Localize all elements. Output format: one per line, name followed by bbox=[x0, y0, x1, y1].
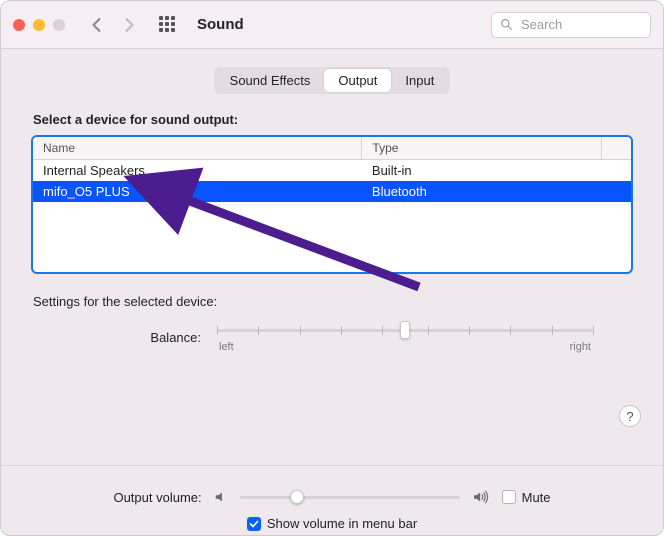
minimize-window-button[interactable] bbox=[33, 19, 45, 31]
device-row-mifo-o5-plus[interactable]: mifo_O5 PLUS Bluetooth bbox=[33, 181, 631, 202]
tabs: Sound Effects Output Input bbox=[214, 67, 451, 94]
chevron-left-icon bbox=[90, 18, 104, 32]
nav-arrows bbox=[89, 17, 137, 33]
window-body: Sound Effects Output Input Select a devi… bbox=[1, 49, 663, 474]
output-volume-slider[interactable] bbox=[240, 488, 460, 506]
balance-slider[interactable] bbox=[217, 321, 593, 339]
output-volume-row: Output volume: Mute bbox=[113, 488, 550, 506]
balance-end-labels: left right bbox=[217, 341, 593, 353]
balance-control: Balance: bbox=[31, 321, 633, 353]
column-type[interactable]: Type bbox=[362, 137, 601, 160]
table-empty-space bbox=[33, 202, 631, 272]
footer: Output volume: Mute Show volume bbox=[1, 474, 663, 535]
maximize-window-button[interactable] bbox=[53, 19, 65, 31]
show-volume-menubar-checkbox[interactable] bbox=[247, 517, 261, 531]
titlebar: Sound bbox=[1, 1, 663, 49]
nav-forward-button[interactable] bbox=[121, 17, 137, 33]
show-volume-menubar-group[interactable]: Show volume in menu bar bbox=[247, 516, 417, 531]
output-volume-label: Output volume: bbox=[113, 490, 201, 505]
device-settings-label: Settings for the selected device: bbox=[33, 294, 633, 309]
mute-checkbox[interactable] bbox=[502, 490, 516, 504]
table-header-row: Name Type bbox=[33, 137, 631, 160]
mute-label: Mute bbox=[522, 490, 551, 505]
balance-left-label: left bbox=[219, 341, 234, 353]
sound-preferences-window: Sound Sound Effects Output Input Select … bbox=[0, 0, 664, 536]
balance-right-label: right bbox=[570, 341, 591, 353]
device-type: Bluetooth bbox=[362, 181, 631, 202]
window-title: Sound bbox=[197, 16, 244, 33]
select-device-label: Select a device for sound output: bbox=[33, 112, 633, 127]
mute-checkbox-group[interactable]: Mute bbox=[502, 490, 551, 505]
show-volume-menubar-label: Show volume in menu bar bbox=[267, 516, 417, 531]
balance-label: Balance: bbox=[71, 330, 201, 345]
traffic-lights bbox=[13, 19, 65, 31]
tab-input[interactable]: Input bbox=[391, 69, 448, 92]
footer-divider bbox=[1, 465, 663, 466]
search-field[interactable] bbox=[491, 12, 651, 38]
output-volume-thumb[interactable] bbox=[290, 490, 304, 504]
balance-slider-thumb[interactable] bbox=[400, 321, 410, 339]
device-type: Built-in bbox=[362, 160, 631, 182]
column-name[interactable]: Name bbox=[33, 137, 362, 160]
output-device-table: Name Type Internal Speakers Built-in mif… bbox=[31, 135, 633, 274]
speaker-low-icon bbox=[214, 490, 228, 504]
chevron-right-icon bbox=[122, 18, 136, 32]
tab-sound-effects[interactable]: Sound Effects bbox=[216, 69, 325, 92]
help-button[interactable]: ? bbox=[619, 405, 641, 427]
device-row-internal-speakers[interactable]: Internal Speakers Built-in bbox=[33, 160, 631, 182]
search-icon bbox=[500, 18, 513, 31]
tab-output[interactable]: Output bbox=[324, 69, 391, 92]
device-name: Internal Speakers bbox=[33, 160, 362, 182]
all-preferences-grid-button[interactable] bbox=[159, 16, 177, 34]
speaker-high-icon bbox=[472, 490, 490, 504]
search-input[interactable] bbox=[519, 16, 642, 33]
close-window-button[interactable] bbox=[13, 19, 25, 31]
checkmark-icon bbox=[249, 519, 259, 529]
nav-back-button[interactable] bbox=[89, 17, 105, 33]
device-name: mifo_O5 PLUS bbox=[33, 181, 362, 202]
column-spacer bbox=[601, 137, 631, 160]
